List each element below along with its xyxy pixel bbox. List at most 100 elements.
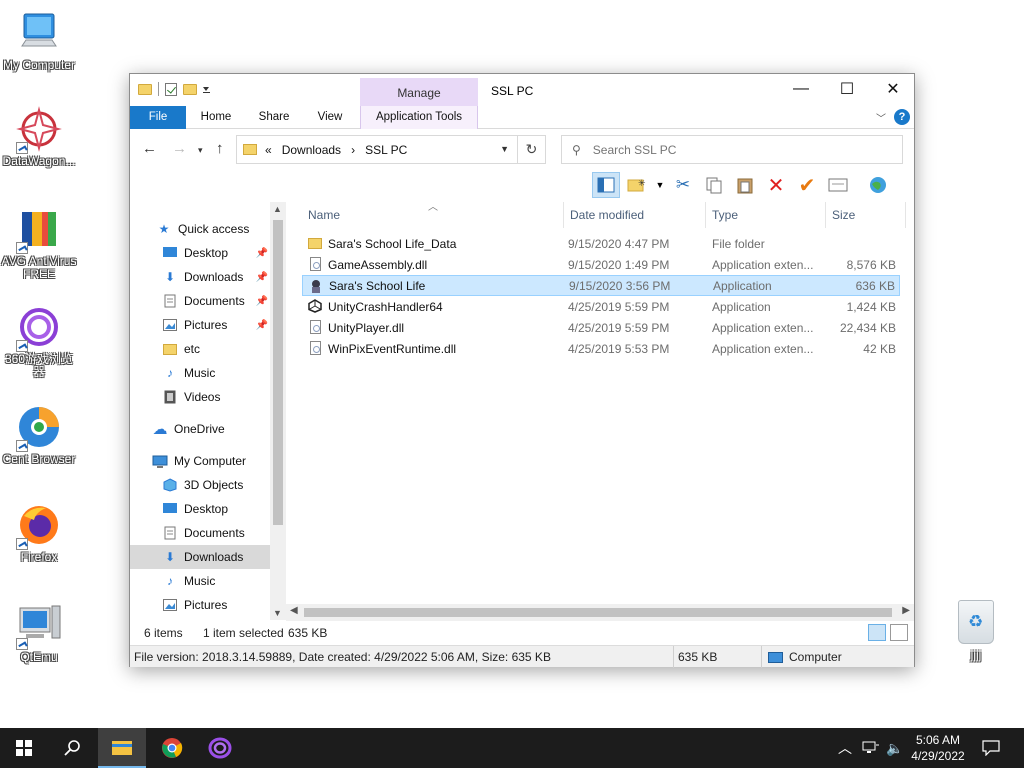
breadcrumb-ssl-pc[interactable]: SSL PC [365,143,407,157]
desktop-icon-firefox[interactable]: Firefox [0,502,78,564]
tab-view[interactable]: View [306,106,354,129]
desktop-icon-datawagon[interactable]: DataWagon... [0,106,78,168]
volume-icon[interactable]: 🔈 [886,728,903,768]
show-hidden-icons[interactable]: ︿ [838,728,852,768]
tab-share[interactable]: Share [250,106,298,129]
nav-pane-scrollbar[interactable]: ▲ ▼ [270,202,286,620]
pin-icon[interactable]: 📌 [256,320,268,331]
tab-manage[interactable]: Manage [360,78,478,106]
scroll-down-icon[interactable]: ▼ [273,608,282,618]
title-bar[interactable]: Manage SSL PC — ☐ ✕ [130,74,914,106]
preview-pane-icon[interactable] [592,172,620,198]
nav-item-etc[interactable]: etc [130,337,270,361]
paste-icon[interactable] [731,172,759,198]
scroll-right-icon[interactable]: ▶ [902,605,910,616]
breadcrumb-downloads[interactable]: Downloads [282,143,341,157]
nav-item-documents-2[interactable]: Documents [130,521,270,545]
desktop-icon-my-computer[interactable]: My Computer [0,10,78,72]
nav-item-pictures[interactable]: Pictures 📌 [130,313,270,337]
column-header-type[interactable]: Type [706,202,826,228]
file-list-horizontal-scrollbar[interactable]: ◀ ▶ [286,604,914,621]
taskbar-clock[interactable]: 5:06 AM 4/29/2022 [906,732,970,764]
nav-item-my-computer[interactable]: My Computer [130,449,270,473]
up-arrow-icon[interactable]: ↑ [216,140,224,157]
chevron-down-icon[interactable]: ﹀ [876,110,886,125]
globe-icon[interactable] [864,172,892,198]
maximize-button[interactable]: ☐ [824,74,870,104]
tab-file[interactable]: File [130,106,186,129]
file-row[interactable]: WinPixEventRuntime.dll 4/25/2019 5:53 PM… [302,338,900,359]
scroll-up-icon[interactable]: ▲ [273,204,282,214]
desktop-icon-avg[interactable]: AVG AntiVirus FREE [0,206,78,281]
breadcrumb-overflow[interactable]: « [265,143,272,157]
properties-icon[interactable] [165,82,177,96]
network-icon[interactable] [862,728,880,768]
nav-item-quick-access[interactable]: ★ Quick access [130,217,270,241]
taskbar-360-browser[interactable] [196,728,244,768]
delete-icon[interactable]: ✕ [762,172,790,198]
pin-icon[interactable]: 📌 [256,296,268,307]
recent-locations-icon[interactable]: ▾ [198,145,203,156]
nav-item-music-2[interactable]: ♪ Music [130,569,270,593]
search-button[interactable] [48,728,96,768]
close-button[interactable]: ✕ [870,74,916,104]
nav-item-pictures-2[interactable]: Pictures [130,593,270,617]
start-button[interactable] [0,728,48,768]
breadcrumb-separator[interactable]: › [351,143,355,157]
nav-item-3d-objects[interactable]: 3D Objects [130,473,270,497]
nav-item-downloads-2[interactable]: ⬇ Downloads [130,545,270,569]
column-header-date[interactable]: Date modified [564,202,706,228]
refresh-icon[interactable]: ↻ [518,135,546,164]
nav-item-desktop-2[interactable]: Desktop [130,497,270,521]
column-header-size[interactable]: Size [826,202,906,228]
rename-check-icon[interactable]: ✔ [793,172,821,198]
nav-item-videos[interactable]: Videos [130,385,270,409]
file-name: WinPixEventRuntime.dll [328,341,457,356]
nav-item-documents[interactable]: Documents 📌 [130,289,270,313]
file-row[interactable]: UnityCrashHandler64 4/25/2019 5:59 PM Ap… [302,296,900,317]
help-icon[interactable]: ? [894,109,910,125]
scroll-left-icon[interactable]: ◀ [290,605,298,616]
pin-icon[interactable]: 📌 [256,272,268,283]
desktop-icon-recycle-bin[interactable]: jjjj [950,600,1002,662]
search-box[interactable]: ⚲ [561,135,903,164]
nav-item-label: etc [184,342,201,356]
file-date: 9/15/2020 4:47 PM [568,236,670,251]
nav-item-onedrive[interactable]: ☁ OneDrive [130,417,270,441]
nav-item-desktop[interactable]: Desktop 📌 [130,241,270,265]
notification-center-icon[interactable] [982,728,1000,768]
desktop-icon-qtemu[interactable]: QtEmu [0,602,78,664]
scrollbar-thumb[interactable] [304,608,892,617]
customize-toolbar-icon[interactable] [203,86,210,93]
taskbar-chrome[interactable] [148,728,196,768]
360-browser-icon [16,304,62,352]
address-bar[interactable]: « Downloads › SSL PC ▼ [236,135,518,164]
copy-icon[interactable] [700,172,728,198]
cut-icon[interactable]: ✂ [669,172,697,198]
chevron-down-icon[interactable]: ▼ [500,144,509,154]
back-arrow-icon[interactable]: ← [142,140,157,157]
pin-icon[interactable]: 📌 [256,248,268,259]
details-view-button[interactable] [868,624,886,641]
taskbar-file-explorer[interactable] [98,728,146,768]
new-folder-icon[interactable] [183,83,197,95]
properties-icon[interactable] [824,172,852,198]
desktop-icon-360-browser[interactable]: 360游戏浏览器 [0,304,78,379]
new-folder-icon[interactable]: ✳ [623,172,651,198]
large-icons-view-button[interactable] [890,624,908,641]
chevron-down-icon[interactable]: ▼ [654,172,666,198]
file-size: 22,434 KB [839,320,896,335]
minimize-button[interactable]: — [778,74,824,104]
file-row[interactable]: UnityPlayer.dll 4/25/2019 5:59 PM Applic… [302,317,900,338]
tab-home[interactable]: Home [192,106,240,129]
tab-application-tools[interactable]: Application Tools [360,106,478,129]
nav-item-downloads[interactable]: ⬇ Downloads 📌 [130,265,270,289]
file-row[interactable]: Sara's School Life_Data 9/15/2020 4:47 P… [302,233,900,254]
nav-item-music[interactable]: ♪ Music [130,361,270,385]
desktop-icon-cent-browser[interactable]: Cent Browser [0,404,78,466]
search-input[interactable] [592,142,873,157]
scrollbar-thumb[interactable] [273,220,283,525]
file-row[interactable]: Sara's School Life 9/15/2020 3:56 PM App… [302,275,900,296]
file-row[interactable]: GameAssembly.dll 9/15/2020 1:49 PM Appli… [302,254,900,275]
forward-arrow-icon[interactable]: → [172,140,187,157]
